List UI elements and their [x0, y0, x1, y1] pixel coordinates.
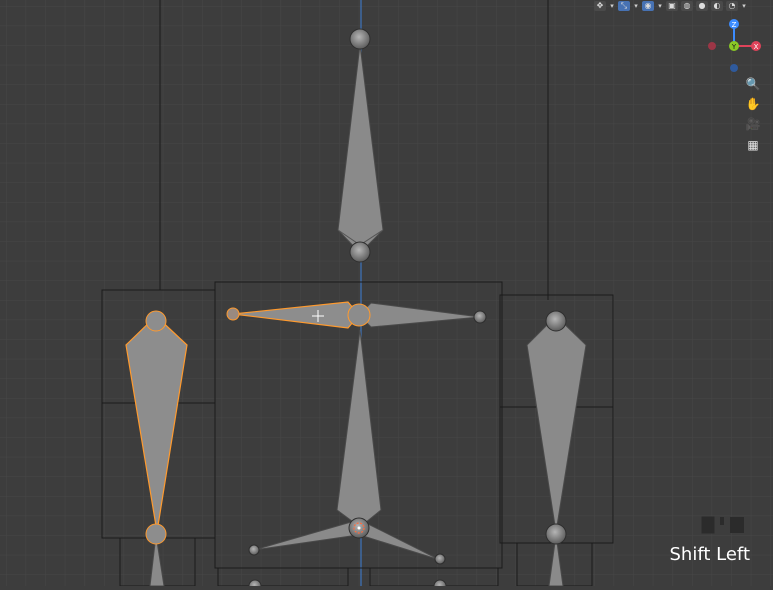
wireframe-shading-icon[interactable]: ◍	[681, 0, 693, 11]
joint-head-top	[349, 28, 371, 50]
chevron-down-icon[interactable]: ▾	[609, 1, 615, 11]
joint-neck	[349, 241, 371, 263]
joint-hip-right	[545, 310, 567, 332]
solid-shading-icon[interactable]: ●	[696, 0, 708, 11]
viewport-grid	[0, 0, 773, 586]
joint-hand-right	[473, 310, 487, 324]
gizmo-neg-x-axis	[708, 42, 716, 50]
gizmo-x-label: X	[754, 43, 759, 51]
material-shading-icon[interactable]: ◐	[711, 0, 723, 11]
navigation-gizmo[interactable]: Z X Y	[700, 16, 773, 76]
chevron-down-icon[interactable]: ▾	[741, 1, 747, 11]
gizmo-z-label: Z	[732, 21, 737, 29]
zoom-icon[interactable]: 🔍	[744, 75, 762, 93]
joint-foot-left	[248, 544, 260, 556]
screencast-keys-overlay: Shift Left	[640, 510, 770, 570]
joint-knee-left	[145, 523, 167, 545]
chevron-down-icon[interactable]: ▾	[657, 1, 663, 11]
joint-foot-right	[434, 553, 446, 565]
key-text: Shift Left	[669, 544, 751, 565]
cursor-tool-icon[interactable]: ✥	[594, 0, 606, 11]
overlays-icon[interactable]: ◉	[642, 0, 654, 11]
gizmo-y-label: Y	[731, 43, 737, 51]
3d-viewport[interactable]: ✥ ▾ ⤡ ▾ ◉ ▾ ▣ ◍ ● ◐ ◔ ▾ Z X Y 🔍 ✋ 🎥 ▦ Sh…	[0, 0, 773, 590]
joint-chest	[347, 303, 371, 327]
grid-ortho-icon[interactable]: ▦	[744, 136, 762, 154]
transform-gizmo-icon[interactable]: ⤡	[618, 0, 630, 11]
joint-knee-right	[545, 523, 567, 545]
chevron-down-icon[interactable]: ▾	[633, 1, 639, 11]
pan-hand-icon[interactable]: ✋	[744, 95, 762, 113]
joint-hip-left	[145, 310, 167, 332]
mouse-button-icon	[701, 516, 744, 534]
viewport-header: ✥ ▾ ⤡ ▾ ◉ ▾ ▣ ◍ ● ◐ ◔ ▾	[594, 0, 773, 11]
gizmo-neg-z-axis	[730, 64, 738, 72]
camera-icon[interactable]: 🎥	[744, 115, 762, 133]
joint-hand-left	[226, 307, 240, 321]
xray-icon[interactable]: ▣	[666, 0, 678, 11]
rendered-shading-icon[interactable]: ◔	[726, 0, 738, 11]
